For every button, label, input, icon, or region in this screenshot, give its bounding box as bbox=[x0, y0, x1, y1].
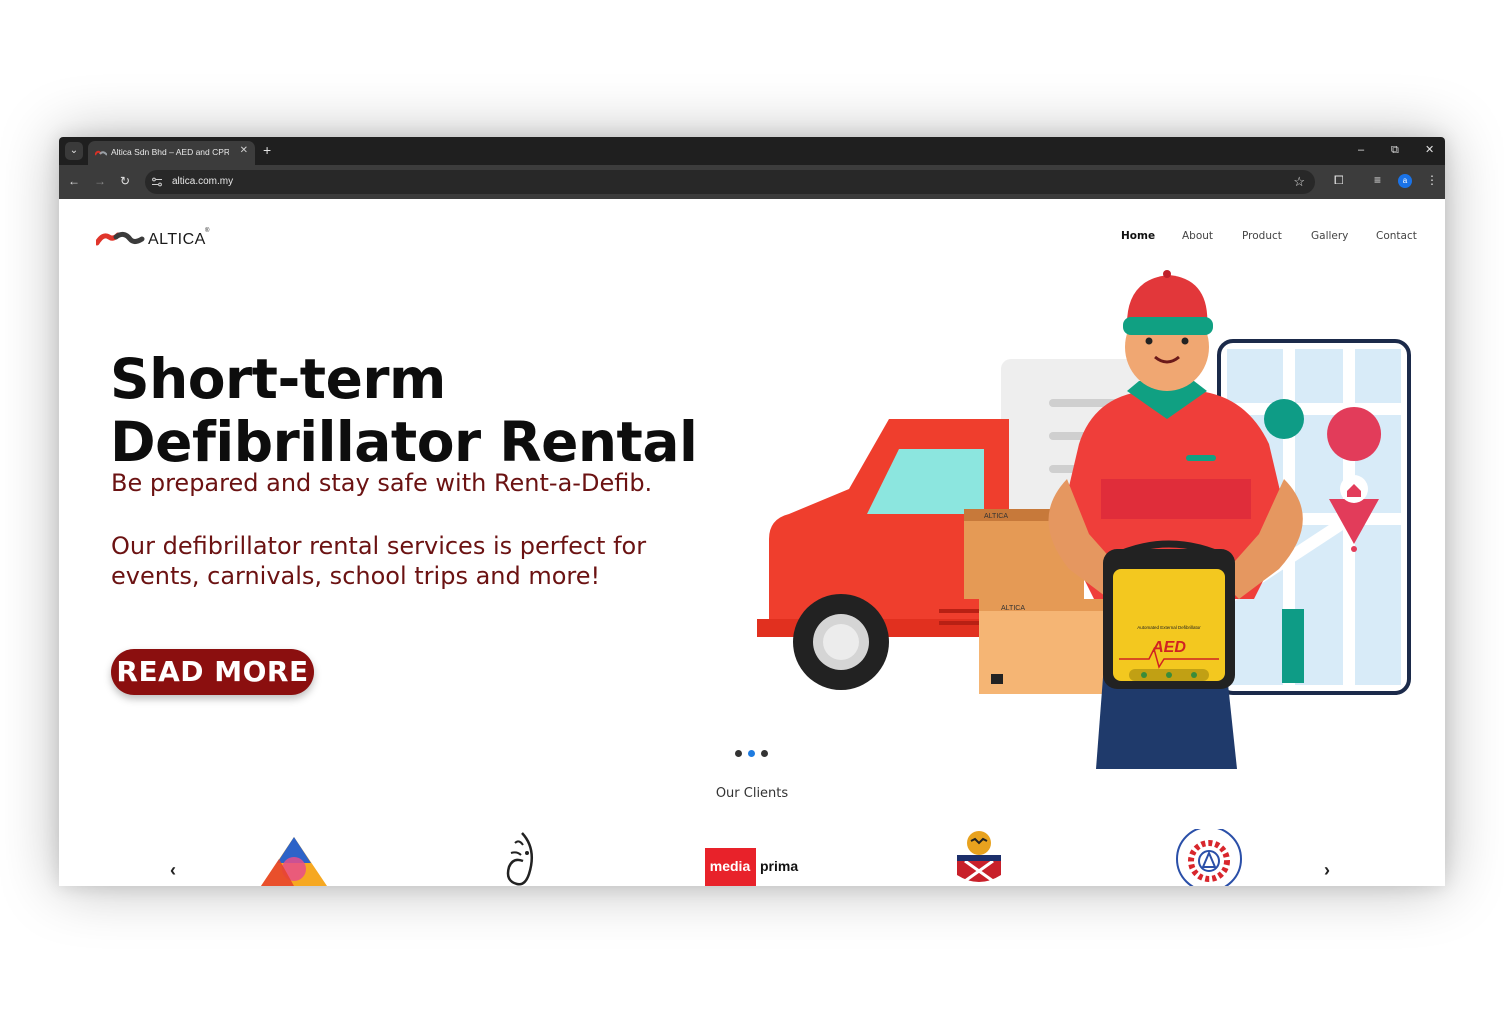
nav-product[interactable]: Product bbox=[1242, 230, 1282, 242]
logo-registered-mark: ® bbox=[205, 228, 210, 234]
hero-illustration: ALTICA ALTICA Automated External Defibri… bbox=[757, 270, 1411, 769]
read-more-button[interactable]: READ MORE bbox=[111, 649, 314, 695]
profile-avatar[interactable]: a bbox=[1398, 174, 1412, 188]
client-logo-calligraphy bbox=[506, 832, 534, 886]
extensions-icon[interactable]: ⧠ bbox=[1334, 173, 1344, 188]
nav-gallery[interactable]: Gallery bbox=[1311, 230, 1348, 242]
logo-wordmark: ALTICA bbox=[148, 231, 206, 248]
browser-window: ⌄ Altica Sdn Bhd – AED and CPR ✕ + – ⧉ ✕… bbox=[59, 137, 1445, 886]
close-window-button[interactable]: ✕ bbox=[1425, 144, 1434, 156]
client-logo-media-prima: media prima bbox=[705, 848, 798, 886]
address-bar[interactable]: altica.com.my ☆ bbox=[145, 170, 1315, 194]
aed-bag-title: AED bbox=[1151, 639, 1186, 656]
carousel-dot-3[interactable] bbox=[761, 750, 768, 757]
nav-about[interactable]: About bbox=[1182, 230, 1213, 242]
hero-tagline: Be prepared and stay safe with Rent-a-De… bbox=[111, 469, 653, 497]
client-logo-crest bbox=[957, 831, 1001, 883]
tab-strip: ⌄ Altica Sdn Bhd – AED and CPR ✕ + – ⧉ ✕ bbox=[59, 137, 1445, 165]
back-icon[interactable]: ← bbox=[68, 174, 80, 188]
prima-word: prima bbox=[760, 858, 798, 874]
clients-prev-arrow-icon[interactable]: ‹ bbox=[170, 861, 176, 879]
hero-desc-line1: Our defibrillator rental services is per… bbox=[111, 532, 647, 560]
box-brand-label-bottom: ALTICA bbox=[1001, 605, 1025, 612]
altica-swoosh-icon bbox=[96, 231, 145, 246]
client-logo-triangle bbox=[261, 837, 327, 886]
new-tab-button[interactable]: + bbox=[263, 142, 271, 158]
media-controls-icon[interactable]: ≡ bbox=[1374, 173, 1381, 187]
altica-favicon-icon bbox=[95, 150, 107, 156]
tab-title: Altica Sdn Bhd – AED and CPR bbox=[111, 147, 229, 157]
tab-search-button[interactable]: ⌄ bbox=[65, 142, 83, 160]
box-brand-label-top: ALTICA bbox=[984, 513, 1008, 520]
aed-bag-caption: Automated External Defibrillator bbox=[1137, 625, 1201, 630]
menu-icon[interactable]: ⋮ bbox=[1426, 173, 1438, 187]
active-tab[interactable]: Altica Sdn Bhd – AED and CPR ✕ bbox=[88, 141, 255, 165]
media-word: media bbox=[710, 858, 751, 874]
carousel-dot-1[interactable] bbox=[735, 750, 742, 757]
aed-bag-icon: Automated External Defibrillator AED bbox=[1103, 540, 1235, 689]
forward-icon[interactable]: → bbox=[94, 174, 106, 188]
clients-next-arrow-icon[interactable]: › bbox=[1324, 861, 1330, 879]
clients-heading: Our Clients bbox=[715, 786, 789, 801]
screenshot-stage: ⌄ Altica Sdn Bhd – AED and CPR ✕ + – ⧉ ✕… bbox=[0, 0, 1504, 1018]
tab-close-icon[interactable]: ✕ bbox=[240, 145, 248, 156]
hero-desc-line2: events, carnivals, school trips and more… bbox=[111, 562, 601, 590]
hero-title-line2: Defibrillator Rental bbox=[110, 410, 698, 474]
client-logo-majlis-amanah-rakyat bbox=[1176, 829, 1242, 886]
hero-title-line1: Short-term bbox=[110, 347, 446, 411]
altica-logo[interactable]: ALTICA ® bbox=[96, 225, 216, 255]
url-text[interactable]: altica.com.my bbox=[172, 176, 233, 187]
carousel-indicators bbox=[735, 749, 775, 759]
page-content: ALTICA ® Home About Product Gallery Cont… bbox=[59, 199, 1445, 886]
browser-toolbar: ← → ↻ altica.com.my ☆ ⧠ ≡ a ⋮ bbox=[59, 165, 1445, 199]
reload-icon[interactable]: ↻ bbox=[120, 174, 130, 188]
minimize-button[interactable]: – bbox=[1358, 144, 1364, 156]
nav-home[interactable]: Home bbox=[1121, 230, 1155, 242]
carousel-dot-2[interactable] bbox=[748, 750, 755, 757]
nav-contact[interactable]: Contact bbox=[1376, 230, 1417, 242]
site-settings-icon[interactable] bbox=[151, 176, 163, 188]
restore-button[interactable]: ⧉ bbox=[1391, 144, 1399, 156]
bookmark-star-icon[interactable]: ☆ bbox=[1293, 174, 1305, 190]
